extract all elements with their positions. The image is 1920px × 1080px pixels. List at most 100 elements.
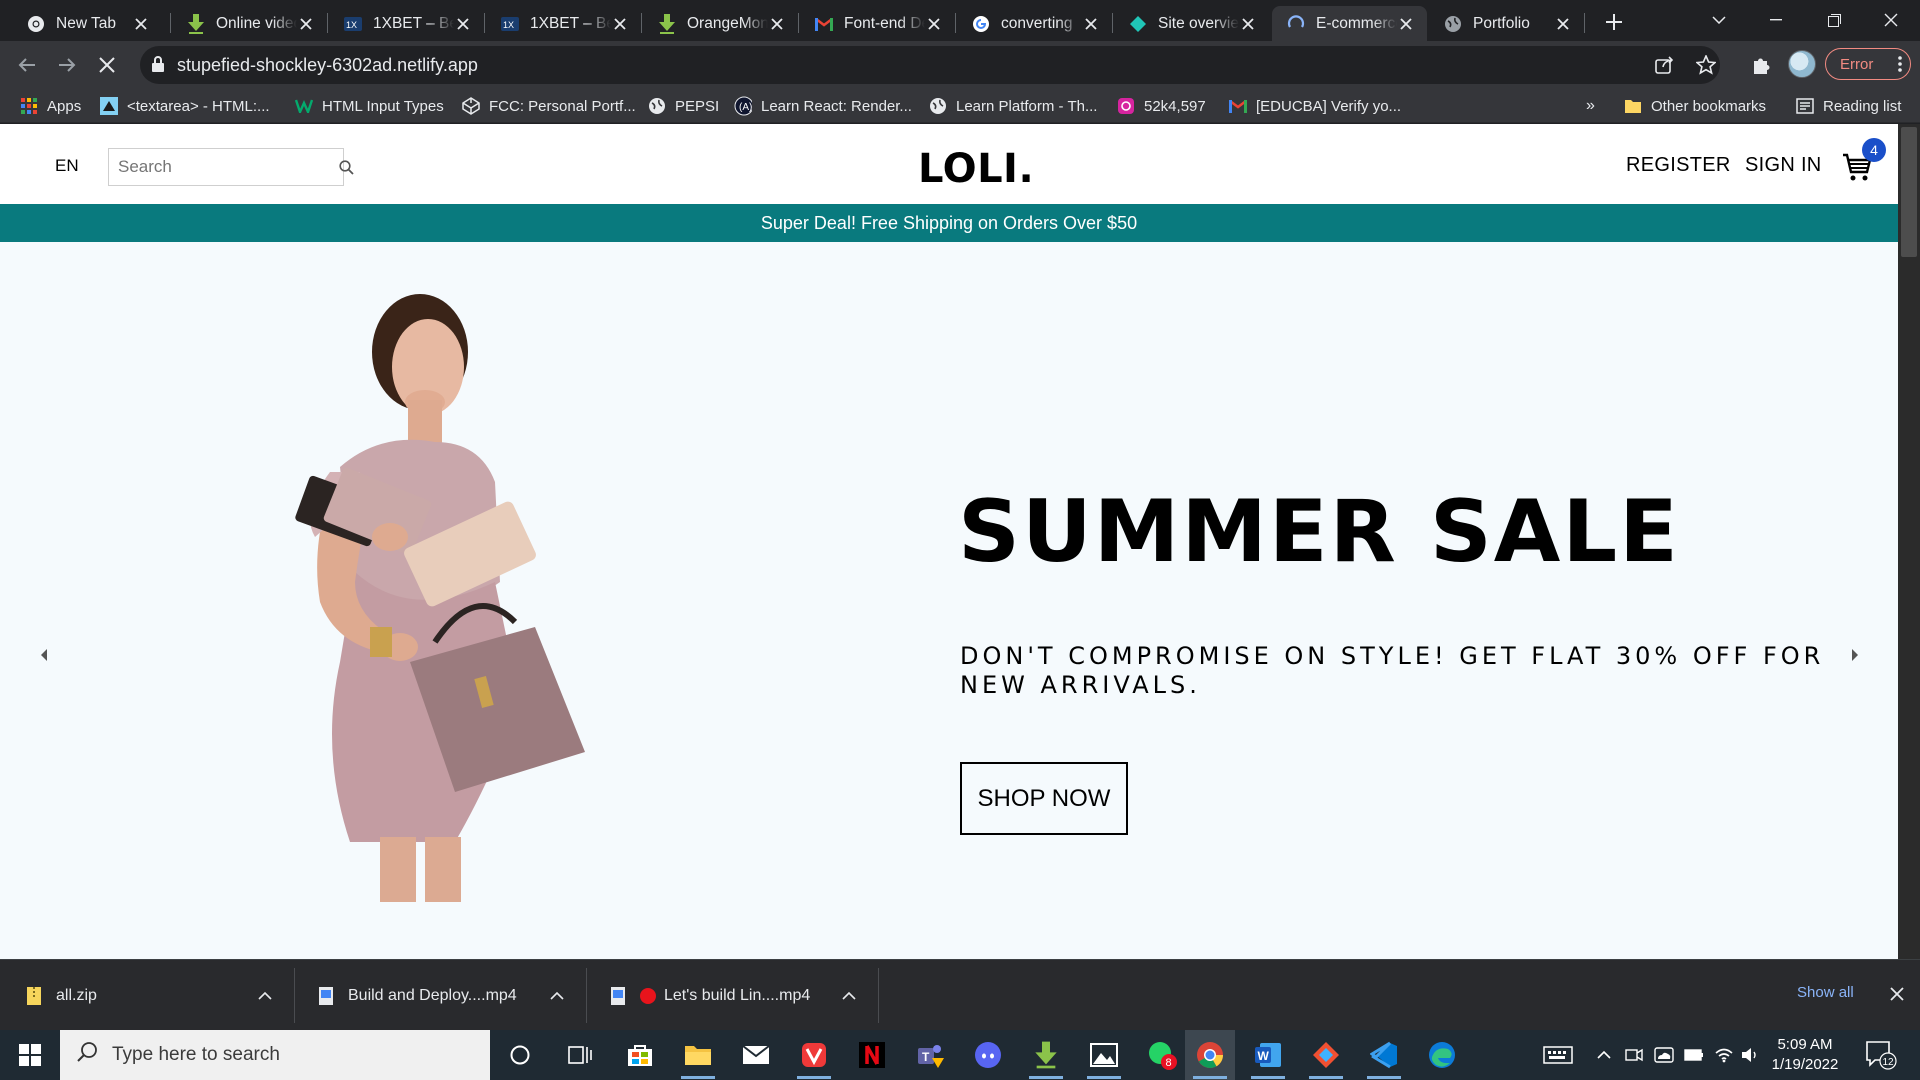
whatsapp-icon[interactable]: 8 — [1137, 1030, 1187, 1080]
edge-icon[interactable] — [1417, 1030, 1467, 1080]
show-all-downloads-button[interactable]: Show all — [1797, 984, 1854, 1001]
task-view-icon[interactable] — [555, 1030, 605, 1080]
file-explorer-icon[interactable] — [673, 1030, 723, 1080]
back-button[interactable] — [11, 49, 43, 81]
language-bar-icon[interactable] — [1540, 1030, 1576, 1080]
download-item[interactable]: Build and Deploy....mp4 — [318, 960, 517, 1031]
bookmarks-overflow-button[interactable]: » — [1586, 95, 1595, 117]
browser-tab[interactable]: converting — [957, 6, 1112, 41]
tab-search-button[interactable] — [1690, 0, 1748, 40]
download-manager-icon[interactable] — [1021, 1030, 1071, 1080]
bookmark-item[interactable]: 52k4,597 — [1117, 95, 1206, 117]
gmail-icon — [814, 14, 834, 34]
browser-tab[interactable]: 1X 1XBET – Bet — [486, 6, 641, 41]
download-item[interactable]: Let's build Lin....mp4 — [610, 960, 810, 1031]
share-icon[interactable] — [1652, 52, 1678, 78]
close-tab-icon[interactable] — [768, 15, 786, 33]
show-hidden-icons-chevron[interactable] — [1590, 1030, 1618, 1080]
page-scrollbar[interactable] — [1898, 124, 1920, 959]
bookmark-item[interactable]: [EDUCBA] Verify yo... — [1229, 95, 1401, 117]
close-tab-icon[interactable] — [1554, 15, 1572, 33]
git-gui-icon[interactable] — [1301, 1030, 1351, 1080]
discord-icon[interactable] — [963, 1030, 1013, 1080]
profile-avatar[interactable] — [1788, 50, 1816, 78]
browser-tab[interactable]: Online video — [172, 6, 327, 41]
action-center-button[interactable]: 12 — [1865, 1040, 1897, 1075]
wifi-icon[interactable] — [1710, 1030, 1738, 1080]
bookmark-item[interactable]: <textarea> - HTML:... — [100, 95, 270, 117]
reading-list[interactable]: Reading list — [1796, 95, 1901, 117]
mail-icon[interactable] — [731, 1030, 781, 1080]
shop-now-button[interactable]: SHOP NOW — [960, 762, 1128, 835]
close-tab-icon[interactable] — [454, 15, 472, 33]
new-tab-button[interactable] — [1600, 8, 1628, 36]
word-icon[interactable]: W — [1243, 1030, 1293, 1080]
bookmark-item[interactable]: FCC: Personal Portf... — [462, 95, 636, 117]
profile-error-button[interactable]: Error — [1825, 48, 1911, 80]
vivaldi-icon[interactable] — [789, 1030, 839, 1080]
close-tab-icon[interactable] — [1082, 15, 1100, 33]
onedrive-icon[interactable] — [1650, 1030, 1678, 1080]
scrollbar-thumb[interactable] — [1901, 127, 1917, 257]
start-button[interactable] — [0, 1030, 60, 1080]
register-link[interactable]: REGISTER — [1626, 154, 1731, 177]
close-shelf-icon[interactable] — [1890, 987, 1904, 1006]
browser-tab[interactable]: 1X 1XBET – Bet — [329, 6, 484, 41]
address-bar[interactable]: stupefied-shockley-6302ad.netlify.app — [140, 46, 1720, 84]
site-search-input[interactable] — [109, 149, 339, 185]
close-tab-icon[interactable] — [1239, 15, 1257, 33]
slider-prev-arrow[interactable] — [29, 640, 59, 670]
stop-loading-button[interactable] — [91, 49, 123, 81]
search-icon[interactable] — [339, 159, 354, 175]
other-bookmarks[interactable]: Other bookmarks — [1624, 95, 1766, 117]
close-tab-icon[interactable] — [297, 15, 315, 33]
video-file-icon — [610, 986, 626, 1006]
microsoft-store-icon[interactable] — [615, 1030, 665, 1080]
google-icon — [971, 14, 991, 34]
slider-next-arrow[interactable] — [1840, 640, 1870, 670]
forward-button[interactable] — [51, 49, 83, 81]
close-tab-icon[interactable] — [611, 15, 629, 33]
sign-in-link[interactable]: SIGN IN — [1745, 154, 1822, 177]
shopping-cart-button[interactable]: 4 — [1842, 138, 1886, 182]
meet-now-icon[interactable] — [1620, 1030, 1648, 1080]
browser-tab[interactable]: New Tab — [12, 6, 162, 41]
browser-tab[interactable]: OrangeMoney — [643, 6, 798, 41]
battery-icon[interactable] — [1680, 1030, 1708, 1080]
bookmark-label: PEPSI — [675, 97, 720, 115]
cortana-icon[interactable] — [495, 1030, 545, 1080]
restore-button[interactable] — [1805, 0, 1863, 40]
site-search-box[interactable] — [108, 148, 354, 186]
site-logo[interactable]: LOLI. — [918, 146, 1034, 192]
browser-tab[interactable]: Font-end Dev — [800, 6, 955, 41]
browser-tab-active[interactable]: E-commerce — [1272, 6, 1427, 41]
close-tab-icon[interactable] — [132, 15, 150, 33]
teams-icon[interactable]: T — [905, 1030, 955, 1080]
taskbar-search-box[interactable]: Type here to search — [60, 1030, 490, 1080]
more-menu-icon[interactable] — [1898, 55, 1902, 77]
netflix-icon[interactable] — [847, 1030, 897, 1080]
download-options-chevron[interactable] — [550, 988, 564, 1006]
close-tab-icon[interactable] — [925, 15, 943, 33]
language-selector[interactable]: EN — [55, 156, 79, 176]
system-clock[interactable]: 5:09 AM 1/19/2022 — [1760, 1035, 1850, 1075]
photos-icon[interactable] — [1079, 1030, 1129, 1080]
bookmark-apps[interactable]: Apps — [20, 95, 81, 117]
bookmark-item[interactable]: HTML Input Types — [295, 95, 444, 117]
close-tab-icon[interactable] — [1397, 15, 1415, 33]
browser-tab[interactable]: Site overview — [1114, 6, 1269, 41]
browser-tab[interactable]: Portfolio — [1429, 6, 1584, 41]
chrome-taskbar-icon[interactable] — [1185, 1030, 1235, 1080]
extensions-puzzle-icon[interactable] — [1745, 49, 1777, 81]
bookmark-item[interactable]: PEPSI — [648, 95, 719, 117]
minimize-button[interactable] — [1747, 0, 1805, 40]
tab-title: Font-end Dev — [844, 14, 925, 32]
download-options-chevron[interactable] — [258, 988, 272, 1006]
vscode-icon[interactable] — [1359, 1030, 1409, 1080]
bookmark-star-icon[interactable] — [1693, 52, 1719, 78]
bookmark-item[interactable]: Learn Platform - Th... — [929, 95, 1097, 117]
download-options-chevron[interactable] — [842, 988, 856, 1006]
close-window-button[interactable] — [1862, 0, 1920, 40]
bookmark-item[interactable]: (A) Learn React: Render... — [734, 95, 912, 117]
download-item[interactable]: all.zip — [26, 960, 97, 1031]
